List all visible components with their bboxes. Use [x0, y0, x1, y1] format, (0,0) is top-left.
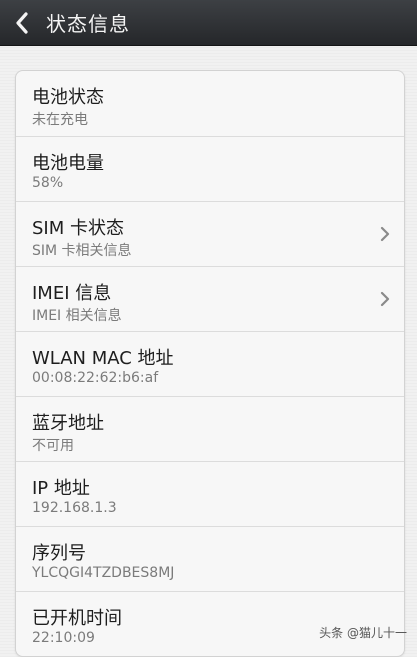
item-value: 58%	[32, 175, 64, 191]
item-label: 电池电量	[32, 153, 104, 174]
list-item-bluetooth-address: 蓝牙地址 不可用	[16, 396, 404, 461]
back-button[interactable]	[2, 0, 42, 46]
item-label: SIM 卡状态	[32, 218, 124, 239]
item-label: 已开机时间	[32, 608, 122, 629]
chevron-left-icon	[14, 11, 30, 34]
list-item-imei-info[interactable]: IMEI 信息 IMEI 相关信息	[16, 266, 404, 331]
chevron-right-icon	[380, 291, 390, 311]
list-item-serial-number: 序列号 YLCQGI4TZDBES8MJ	[16, 526, 404, 591]
item-value: SIM 卡相关信息	[32, 243, 132, 259]
item-label: IP 地址	[32, 478, 90, 499]
page-title: 状态信息	[46, 12, 130, 36]
item-label: 蓝牙地址	[32, 413, 104, 434]
list-item-sim-status[interactable]: SIM 卡状态 SIM 卡相关信息	[16, 201, 404, 266]
item-label: WLAN MAC 地址	[32, 348, 174, 369]
item-value: 192.168.1.3	[32, 500, 117, 516]
item-value: 00:08:22:62:b6:af	[32, 370, 159, 386]
item-value: IMEI 相关信息	[32, 308, 122, 324]
title-bar: 状态信息	[0, 0, 417, 46]
item-value: 不可用	[32, 438, 74, 454]
item-value: 未在充电	[32, 112, 88, 128]
item-label: IMEI 信息	[32, 283, 112, 304]
list-item-wlan-mac: WLAN MAC 地址 00:08:22:62:b6:af	[16, 331, 404, 396]
list-item-battery-level: 电池电量 58%	[16, 136, 404, 201]
chevron-right-icon	[380, 226, 390, 246]
item-label: 序列号	[32, 543, 86, 564]
list-item-ip-address: IP 地址 192.168.1.3	[16, 461, 404, 526]
item-value: YLCQGI4TZDBES8MJ	[32, 565, 175, 581]
item-value: 22:10:09	[32, 630, 95, 646]
watermark-text: 头条 @猫儿十一	[319, 626, 407, 640]
list-item-battery-status: 电池状态 未在充电	[16, 71, 404, 136]
item-label: 电池状态	[32, 87, 104, 108]
status-info-list: 电池状态 未在充电 电池电量 58% SIM 卡状态 SIM 卡相关信息 IME…	[15, 70, 405, 657]
